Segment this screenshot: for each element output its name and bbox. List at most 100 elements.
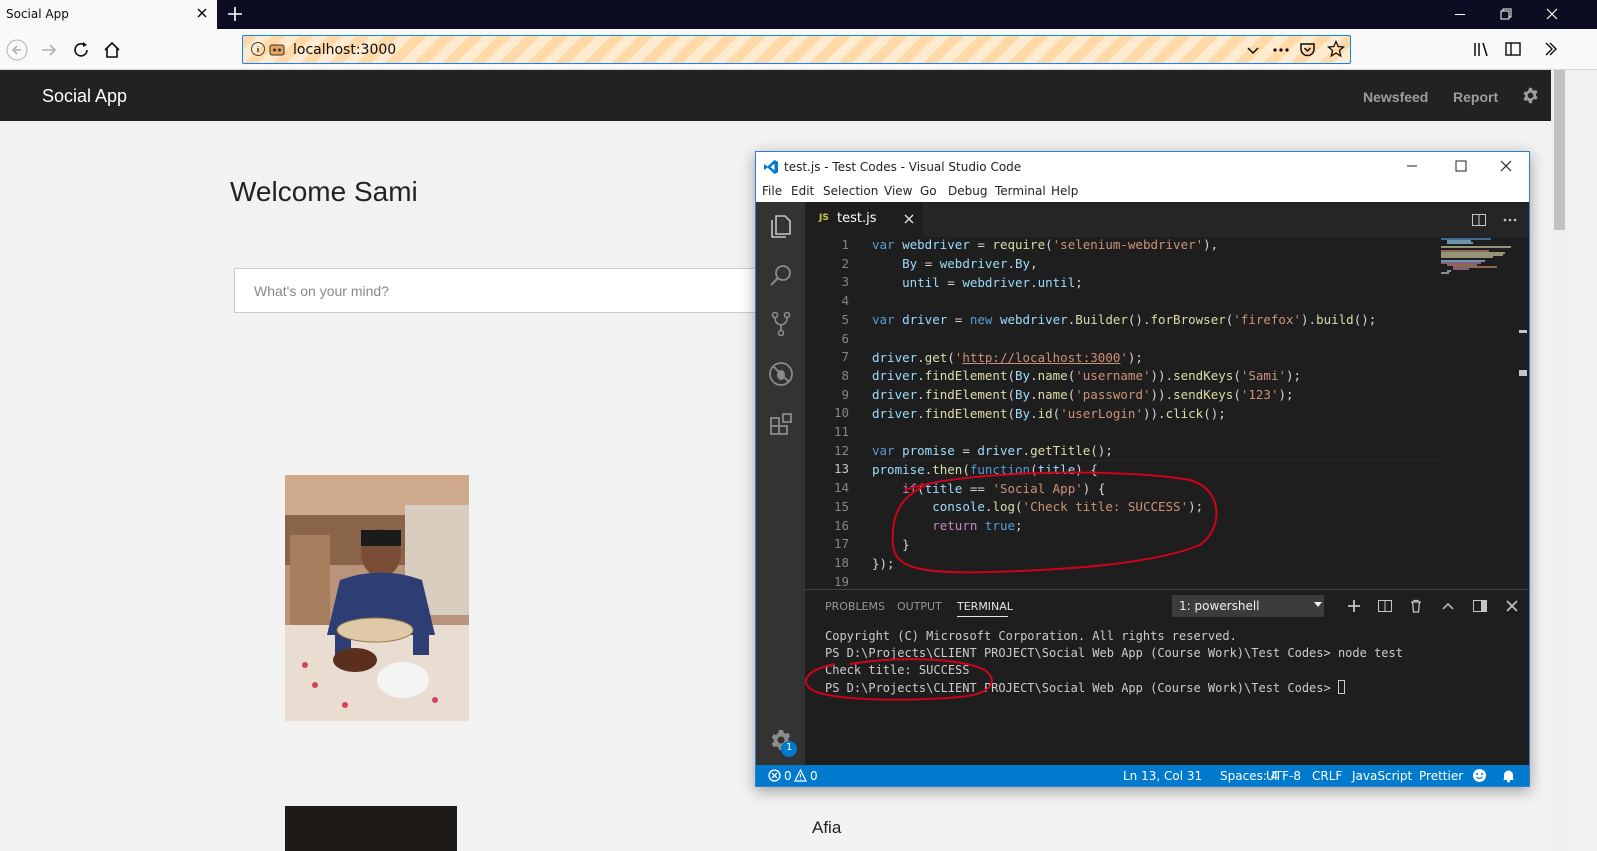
error-icon[interactable] xyxy=(768,769,781,782)
search-icon[interactable] xyxy=(767,262,795,290)
code-line-2: By = webdriver.By, xyxy=(902,256,1038,271)
line-number: 1 xyxy=(841,237,849,252)
tab-problems[interactable]: PROBLEMS xyxy=(825,600,885,613)
settings-badge-count: 1 xyxy=(786,742,793,753)
minimap[interactable] xyxy=(1441,237,1517,287)
line-number: 6 xyxy=(841,330,849,346)
eol-setting[interactable]: CRLF xyxy=(1312,769,1342,783)
line-number: 17 xyxy=(833,536,849,552)
app-navbar xyxy=(0,70,1551,121)
close-tab-icon[interactable] xyxy=(194,5,210,21)
formatter-status[interactable]: Prettier xyxy=(1419,769,1463,783)
extensions-icon[interactable] xyxy=(767,410,795,438)
tab-terminal[interactable]: TERMINAL xyxy=(957,600,1013,613)
code-line-16: return true; xyxy=(932,518,1023,533)
line-number: 5 xyxy=(841,311,849,327)
code-line-17: } xyxy=(872,537,910,552)
split-editor-icon[interactable] xyxy=(1471,212,1487,228)
vscode-close-icon[interactable] xyxy=(1498,158,1514,174)
line-number: 13 xyxy=(833,461,849,477)
new-tab-icon[interactable] xyxy=(225,4,245,24)
line-number: 16 xyxy=(833,517,849,533)
terminal-line-text: PS D:\Projects\CLIENT PROJECT\Social Web… xyxy=(825,646,1403,660)
vscode-maximize-icon[interactable] xyxy=(1453,158,1469,174)
menu-go[interactable]: Go xyxy=(920,184,937,198)
dropdown-arrow-icon[interactable] xyxy=(1313,601,1323,609)
debug-icon[interactable] xyxy=(767,360,795,388)
code-line-18: }); xyxy=(872,556,895,571)
code-line-13: promise.then(function(title) { xyxy=(872,462,1098,477)
close-window-icon[interactable] xyxy=(1529,0,1575,29)
line-number: 19 xyxy=(833,573,849,589)
menu-view[interactable]: View xyxy=(884,184,912,198)
overflow-menu-icon[interactable] xyxy=(1543,40,1557,58)
gear-icon[interactable] xyxy=(1522,87,1539,104)
url-bar[interactable] xyxy=(242,35,1351,64)
explorer-icon[interactable] xyxy=(767,212,795,240)
minimize-window-icon[interactable] xyxy=(1437,0,1483,29)
restore-window-icon[interactable] xyxy=(1483,0,1529,29)
encoding-setting[interactable]: UTF-8 xyxy=(1266,769,1301,783)
chevron-up-icon[interactable] xyxy=(1440,598,1456,614)
javascript-file-icon: JS xyxy=(819,213,829,223)
terminal-cursor xyxy=(1337,680,1345,694)
warning-icon[interactable] xyxy=(794,769,807,782)
vscode-minimize-icon[interactable] xyxy=(1404,158,1420,174)
source-control-icon[interactable] xyxy=(767,310,795,338)
cursor-position[interactable]: Ln 13, Col 31 xyxy=(1123,769,1202,783)
library-icon[interactable] xyxy=(1472,40,1492,58)
feedback-smiley-icon[interactable] xyxy=(1472,768,1487,783)
language-mode[interactable]: JavaScript xyxy=(1352,769,1412,783)
line-number: 3 xyxy=(841,274,849,290)
page-actions-icon[interactable] xyxy=(1272,42,1290,58)
line-number: 7 xyxy=(841,349,849,365)
nav-report-link[interactable]: Report xyxy=(1453,89,1498,105)
home-icon[interactable] xyxy=(101,39,123,61)
menu-help[interactable]: Help xyxy=(1051,184,1078,198)
forward-icon[interactable] xyxy=(38,39,60,61)
post-author-name[interactable]: Afia xyxy=(812,818,841,838)
split-terminal-icon[interactable] xyxy=(1377,598,1393,614)
current-line-highlight xyxy=(872,460,1442,461)
warning-count[interactable]: 0 xyxy=(810,769,818,783)
error-count[interactable]: 0 xyxy=(784,769,792,783)
terminal-line: PS D:\Projects\CLIENT PROJECT\Social Web… xyxy=(825,646,1403,660)
trash-icon[interactable] xyxy=(1408,598,1424,614)
line-number: 9 xyxy=(841,386,849,402)
code-line-12: var promise = driver.getTitle(); xyxy=(872,443,1113,458)
nav-newsfeed-link[interactable]: Newsfeed xyxy=(1363,89,1428,105)
browser-tab-title: Social App xyxy=(6,7,69,21)
panel-position-icon[interactable] xyxy=(1472,598,1488,614)
welcome-heading: Welcome Sami xyxy=(230,176,418,207)
url-text[interactable]: localhost:3000 xyxy=(293,42,396,58)
app-brand[interactable]: Social App xyxy=(42,86,127,107)
close-panel-icon[interactable] xyxy=(1504,598,1520,614)
robot-icon xyxy=(269,44,285,56)
more-actions-icon[interactable] xyxy=(1502,212,1518,228)
code-line-15: console.log('Check title: SUCCESS'); xyxy=(932,499,1204,514)
pocket-icon[interactable] xyxy=(1299,41,1316,58)
bookmark-star-icon[interactable] xyxy=(1327,40,1345,58)
code-line-14: if(title == 'Social App') { xyxy=(902,481,1106,496)
close-tab-js-icon[interactable] xyxy=(903,213,915,225)
code-line-8: driver.findElement(By.name('username')).… xyxy=(872,368,1302,383)
new-terminal-icon[interactable] xyxy=(1346,598,1362,614)
menu-file[interactable]: File xyxy=(762,184,782,198)
terminal-prompt[interactable]: PS D:\Projects\CLIENT PROJECT\Social Web… xyxy=(825,680,1345,695)
sidebar-icon[interactable] xyxy=(1504,40,1522,58)
tab-output[interactable]: OUTPUT xyxy=(897,600,942,613)
menu-edit[interactable]: Edit xyxy=(791,184,814,198)
reload-icon[interactable] xyxy=(70,39,92,61)
next-post-photo xyxy=(285,806,457,851)
terminal-prompt-text: PS D:\Projects\CLIENT PROJECT\Social Web… xyxy=(825,681,1338,695)
site-info-icon[interactable] xyxy=(250,41,266,57)
page-scrollbar-thumb[interactable] xyxy=(1554,70,1565,230)
line-number: 10 xyxy=(833,405,849,421)
menu-selection[interactable]: Selection xyxy=(823,184,878,198)
menu-debug[interactable]: Debug xyxy=(948,184,987,198)
code-line-7: driver.get('http://localhost:3000'); xyxy=(872,350,1143,365)
chevron-down-icon[interactable] xyxy=(1245,42,1261,58)
back-icon[interactable] xyxy=(6,39,28,61)
menu-terminal[interactable]: Terminal xyxy=(995,184,1046,198)
notifications-bell-icon[interactable] xyxy=(1501,768,1516,783)
